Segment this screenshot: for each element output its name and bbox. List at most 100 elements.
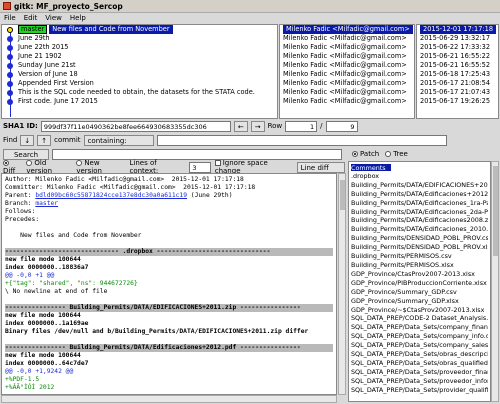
file-list-item[interactable]: Building_Permits/DATA/Edificaciones_1ra-… [351, 199, 488, 208]
forward-button[interactable]: → [250, 120, 265, 132]
author-row[interactable]: Milenko Fadic <Milfadic@gmail.com> [280, 43, 414, 52]
find-input[interactable] [156, 134, 447, 146]
diff-mode-select[interactable]: Line diff [296, 161, 345, 173]
scrollbar-thumb[interactable] [493, 166, 498, 256]
file-header: ---------------- Building_Permits/DATA/E… [5, 304, 333, 312]
date-row[interactable]: 2015-12-01 17:17:18 [417, 25, 498, 34]
diff-options: Diff Old version New version Lines of co… [0, 159, 345, 175]
file-list-item[interactable]: SQL_DATA_PREP/Data_Sets/obras_descripcio… [351, 350, 488, 359]
branch-link[interactable]: master [35, 200, 58, 207]
file-list-item[interactable]: SQL_DATA_PREP/Data_Sets/company_sales.dt… [351, 341, 488, 350]
parent-sha-link[interactable]: bdld09bc60c55871824cce137e8dc30a0a611c19 [35, 192, 187, 199]
author-row[interactable]: Milenko Fadic <Milfadic@gmail.com> [280, 52, 414, 61]
file-list-item[interactable]: Building_Permits/DATA/Edificaciones2008.… [351, 216, 488, 225]
back-button[interactable]: ← [233, 120, 248, 132]
file-list-item[interactable]: Building_Permits/PERMISOS.csv [351, 252, 488, 261]
diff-meta-line: index 0000000..64c7de7 [5, 360, 89, 367]
branch-label[interactable]: master [18, 25, 48, 34]
commit-row[interactable]: June 22th 2015 [2, 43, 277, 52]
find-up-button[interactable]: ↑ [37, 134, 52, 146]
file-list-comments[interactable]: Comments [351, 163, 488, 172]
sha-input[interactable]: 999df37f11e0490362be8fee664930683355dc30… [40, 120, 231, 132]
tree-radio[interactable]: Tree [385, 150, 408, 158]
file-list-item[interactable]: .dropbox [351, 172, 488, 181]
diff-parent-line: Parent: bdld09bc60c55871824cce137e8dc30a… [5, 192, 233, 199]
file-list-scrollbar[interactable] [491, 161, 499, 402]
commit-row[interactable]: Appended First Version [2, 79, 277, 88]
sha-label: SHA1 ID: [3, 122, 38, 130]
file-list-item[interactable]: SQL_DATA_PREP/Data_Sets/proveedor_financ… [351, 368, 488, 377]
date-row[interactable]: 2015-06-21 16:55:22 [417, 52, 498, 61]
find-down-button[interactable]: ↓ [20, 134, 35, 146]
author-row[interactable]: Milenko Fadic <Milfadic@gmail.com> [280, 88, 414, 97]
find-bar: Find ↓ ↑ commit containing: [0, 133, 500, 147]
file-list-item[interactable]: GDP_Province/CtasProv2007-2013.xlsx [351, 270, 488, 279]
author-list[interactable]: Milenko Fadic <Milfadic@gmail.com> Milen… [279, 24, 415, 119]
date-row[interactable]: 2015-06-21 16:55:52 [417, 61, 498, 70]
file-list-item[interactable]: GDP_Province/~$CtasProv2007-2013.xlsx [351, 306, 488, 315]
arrow-left-icon: ← [237, 122, 244, 131]
commit-message: New files and Code from November [49, 25, 173, 34]
file-list-item[interactable]: SQL_DATA_PREP/CODE-2 Dataset_Analysis.do [351, 314, 488, 323]
head-commit-dot-icon [7, 27, 13, 33]
file-list-item[interactable]: GDP_Province/PIBProduccionCorriente.xlsx [351, 279, 488, 288]
file-list-item[interactable]: GDP_Province/Summary_GDP.xlsx [351, 297, 488, 306]
commit-row[interactable]: Sunday June 21st [2, 61, 277, 70]
author-row[interactable]: Milenko Fadic <Milfadic@gmail.com> [280, 25, 414, 34]
commit-message: Version of June 18 [18, 70, 78, 78]
diff-view[interactable]: Author: Milenko Fadic <Milfadic@gmail.co… [1, 173, 337, 395]
file-list-item[interactable]: Building_Permits/DATA/Edificaciones+2012… [351, 190, 488, 199]
file-list-item[interactable]: Building_Permits/DENSIDAD_POBL_PROV.xls [351, 243, 488, 252]
file-header: ---------------- Building_Permits/DATA/E… [5, 344, 333, 352]
date-row[interactable]: 2015-06-17 21:07:43 [417, 88, 498, 97]
author-row[interactable]: Milenko Fadic <Milfadic@gmail.com> [280, 70, 414, 79]
diff-branch-line: Branch: master [5, 200, 59, 207]
date-row[interactable]: 2015-06-17 19:26:25 [417, 97, 498, 106]
commit-row[interactable]: master New files and Code from November [2, 25, 277, 34]
checkbox-icon [214, 160, 221, 166]
date-row[interactable]: 2015-06-18 17:25:43 [417, 70, 498, 79]
diff-vertical-scrollbar[interactable] [338, 173, 346, 395]
file-list-item[interactable]: SQL_DATA_PREP/Data_Sets/company_info.dta [351, 332, 488, 341]
commit-row[interactable]: June 21 1902 [2, 52, 277, 61]
date-row[interactable]: 2015-06-29 13:32:17 [417, 34, 498, 43]
menu-view[interactable]: View [45, 14, 62, 22]
author-row[interactable]: Milenko Fadic <Milfadic@gmail.com> [280, 79, 414, 88]
commit-message: This is the SQL code needed to obtain, t… [18, 88, 255, 96]
file-list-item[interactable]: Building_Permits/DENSIDAD_POBL_PROV.csv [351, 234, 488, 243]
file-list-item[interactable]: SQL_DATA_PREP/Data_Sets/provider_qualifi… [351, 386, 488, 395]
diff-horizontal-scrollbar[interactable] [1, 395, 337, 403]
commit-row[interactable]: Version of June 18 [2, 70, 277, 79]
author-row[interactable]: Milenko Fadic <Milfadic@gmail.com> [280, 97, 414, 106]
file-list-item[interactable]: GDP_Province/Summary_GDP.csv [351, 288, 488, 297]
file-list-item[interactable]: SQL_DATA_PREP/Data_Sets/proveedor_inform… [351, 377, 488, 386]
commit-row[interactable]: First code. June 17 2015 [2, 97, 277, 106]
commit-row[interactable]: June 29th [2, 34, 277, 43]
diff-follows-line: Follows: [5, 208, 36, 215]
author-row[interactable]: Milenko Fadic <Milfadic@gmail.com> [280, 61, 414, 70]
context-spinbox[interactable]: 3 [189, 161, 211, 173]
file-list-item[interactable]: Building_Permits/DATA/Edificaciones_2010… [351, 225, 488, 234]
file-list[interactable]: Comments .dropbox Building_Permits/DATA/ED… [348, 161, 491, 402]
menu-bar: File Edit View Help [0, 13, 500, 23]
menu-file[interactable]: File [4, 14, 16, 22]
find-label: Find [3, 136, 18, 144]
menu-help[interactable]: Help [70, 14, 86, 22]
arrow-right-icon: → [254, 122, 261, 131]
patch-radio[interactable]: Patch [352, 150, 379, 158]
date-row[interactable]: 2015-06-22 17:33:32 [417, 43, 498, 52]
commit-message: June 22th 2015 [18, 43, 69, 51]
file-list-item[interactable]: Building_Permits/DATA/Edificaciones_2da-… [351, 208, 488, 217]
date-list[interactable]: 2015-12-01 17:17:18 2015-06-29 13:32:17 … [416, 24, 499, 119]
file-list-item[interactable]: Building_Permits/DATA/EDIFICACIONES+2011… [351, 181, 488, 190]
date-row[interactable]: 2015-06-17 21:08:54 [417, 79, 498, 88]
file-list-item[interactable]: Building_Permits/PERMISOS.xlsx [351, 261, 488, 270]
find-mode-select[interactable]: containing: [83, 134, 154, 146]
menu-edit[interactable]: Edit [24, 14, 38, 22]
file-list-item[interactable]: SQL_DATA_PREP/Data_Sets/obras_qualified.… [351, 359, 488, 368]
commit-list[interactable]: master New files and Code from November J… [1, 24, 278, 119]
scrollbar-thumb[interactable] [340, 180, 345, 210]
commit-row[interactable]: This is the SQL code needed to obtain, t… [2, 88, 277, 97]
file-list-item[interactable]: SQL_DATA_PREP/Data_Sets/company_financia… [351, 323, 488, 332]
author-row[interactable]: Milenko Fadic <Milfadic@gmail.com> [280, 34, 414, 43]
